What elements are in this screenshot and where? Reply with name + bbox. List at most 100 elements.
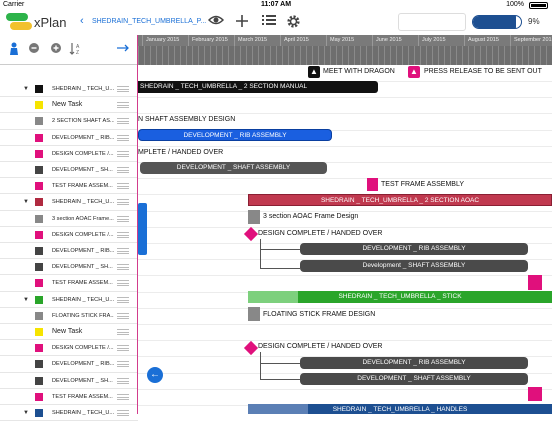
arrow-right-icon[interactable] — [116, 42, 130, 56]
list-item[interactable]: DEVELOPMENT _ RIB... — [0, 243, 138, 260]
drag-handle-icon[interactable] — [117, 150, 129, 157]
plus-icon[interactable] — [233, 14, 251, 30]
list-item[interactable]: TEST FRAME ASSEM... — [0, 389, 138, 405]
drag-handle-icon[interactable] — [117, 280, 129, 287]
grid-line — [138, 145, 552, 147]
list-item[interactable]: ▼ SHEDRAIN _ TECH_U... — [0, 405, 138, 421]
color-swatch — [35, 328, 43, 336]
task-label: SHEDRAIN _ TECH_U... — [52, 199, 114, 206]
gantt-bar-2section-manual[interactable]: SHEDRAIN _ TECH_UMBRELLA _ 2 SECTION MAN… — [138, 81, 378, 93]
rocket-icon: ▲ — [408, 66, 420, 78]
task-shaft-design: N SHAFT ASSEMBLY DESIGN — [138, 116, 236, 123]
task-aoac-design: 3 section AOAC Frame Design — [263, 213, 359, 220]
list-item[interactable]: DESIGN COMPLETE /... — [0, 146, 138, 162]
color-swatch — [35, 117, 43, 126]
milestone-square[interactable] — [367, 178, 378, 191]
milestone-square[interactable] — [528, 275, 542, 290]
resize-handle[interactable] — [138, 203, 147, 255]
milestone-square[interactable] — [528, 387, 542, 401]
task-square[interactable] — [248, 307, 260, 321]
gantt-bar-2section-aoac[interactable]: SHEDRAIN _ TECH_UMBRELLA _ 2 SECTION AOA… — [248, 194, 552, 206]
collapse-icon[interactable]: ▼ — [23, 405, 29, 421]
drag-handle-icon[interactable] — [117, 199, 129, 206]
color-swatch — [35, 360, 43, 369]
color-swatch — [35, 230, 43, 239]
gantt-bar-aoac-rib[interactable]: DEVELOPMENT _ RIB ASSEMBLY — [300, 243, 528, 255]
collapse-icon[interactable]: ▼ — [23, 292, 29, 308]
drag-handle-icon[interactable] — [117, 329, 129, 335]
search-field[interactable] — [398, 13, 466, 31]
progress-percent: 9% — [528, 17, 540, 26]
color-swatch — [35, 198, 43, 207]
drag-handle-icon[interactable] — [117, 296, 129, 303]
drag-handle-icon[interactable] — [117, 215, 129, 222]
task-label: 3 section AOAC Frame... — [52, 215, 114, 222]
list-icon[interactable] — [260, 14, 278, 30]
arrow-left-icon[interactable]: ← — [147, 367, 163, 383]
list-item[interactable]: DEVELOPMENT _ RIB... — [0, 130, 138, 146]
zoom-in-icon[interactable] — [49, 42, 63, 56]
task-label: DEVELOPMENT _ SH... — [52, 264, 113, 271]
drag-handle-icon[interactable] — [117, 248, 129, 254]
milestone-diamond[interactable] — [243, 226, 259, 242]
drag-handle-icon[interactable] — [117, 86, 129, 92]
gantt-bar-handles[interactable]: SHEDRAIN _ TECH_UMBRELLA _ HANDLES — [248, 404, 552, 414]
drag-handle-icon[interactable] — [117, 134, 129, 141]
zoom-out-icon[interactable] — [27, 42, 41, 56]
gantt-bar-shaft-assembly[interactable]: DEVELOPMENT _ SHAFT ASSEMBLY — [140, 162, 327, 174]
list-item[interactable]: ▼ SHEDRAIN _ TECH_U... — [0, 81, 138, 98]
list-item[interactable]: DEVELOPMENT _ SH... — [0, 259, 138, 276]
gear-icon[interactable] — [284, 14, 302, 30]
gantt-bar-aoac-shaft[interactable]: Development _ SHAFT ASSEMBLY — [300, 260, 528, 272]
list-item[interactable]: New Task — [0, 97, 138, 114]
collapse-icon[interactable]: ▼ — [23, 194, 29, 210]
month-label: June 2015 — [372, 35, 418, 46]
drag-handle-icon[interactable] — [117, 345, 129, 352]
drag-handle-icon[interactable] — [117, 102, 129, 109]
drag-handle-icon[interactable] — [117, 410, 129, 416]
color-swatch — [35, 409, 43, 417]
list-item[interactable]: ▼ SHEDRAIN _ TECH_U... — [0, 292, 138, 308]
week-ticks — [138, 46, 552, 65]
list-item[interactable]: FLOATING STICK FRA... — [0, 308, 138, 324]
back-icon[interactable]: ‹ — [80, 15, 84, 27]
month-label: July 2015 — [418, 35, 464, 46]
list-item[interactable]: DESIGN COMPLETE /... — [0, 227, 138, 243]
list-item[interactable]: DESIGN COMPLETE /... — [0, 340, 138, 357]
drag-handle-icon[interactable] — [117, 361, 129, 368]
drag-handle-icon[interactable] — [117, 231, 129, 238]
drag-handle-icon[interactable] — [117, 377, 129, 384]
person-icon[interactable] — [7, 42, 21, 56]
drag-handle-icon[interactable] — [117, 264, 129, 271]
drag-handle-icon[interactable] — [117, 183, 129, 190]
milestone-diamond[interactable] — [243, 340, 259, 356]
month-label: January 2015 — [142, 35, 188, 46]
drag-handle-icon[interactable] — [117, 312, 129, 319]
list-item[interactable]: 3 section AOAC Frame... — [0, 211, 138, 227]
task-square[interactable] — [248, 210, 260, 224]
task-label: SHEDRAIN _ TECH_U... — [52, 410, 114, 416]
list-item[interactable]: New Task — [0, 324, 138, 341]
list-item[interactable]: TEST FRAME ASSEM... — [0, 275, 138, 292]
gantt-bar-stick[interactable]: SHEDRAIN _ TECH_UMBRELLA _ STICK — [248, 291, 552, 303]
drag-handle-icon[interactable] — [117, 393, 129, 400]
gantt-bar-stick-rib[interactable]: DEVELOPMENT _ RIB ASSEMBLY — [300, 357, 528, 369]
eye-icon[interactable] — [207, 14, 225, 30]
sort-icon[interactable]: AZ — [69, 42, 83, 56]
document-title[interactable]: SHEDRAIN_TECH_UMBRELLA_P... — [92, 18, 206, 25]
list-item[interactable]: TEST FRAME ASSEM... — [0, 178, 138, 195]
progress-fill — [473, 16, 517, 28]
drag-handle-icon[interactable] — [117, 118, 129, 125]
collapse-icon[interactable]: ▼ — [23, 81, 29, 97]
list-item[interactable]: 2 SECTION SHAFT AS... — [0, 113, 138, 130]
gantt-bar-stick-shaft[interactable]: DEVELOPMENT _ SHAFT ASSEMBLY — [300, 373, 528, 385]
list-item[interactable]: DEVELOPMENT _ SH... — [0, 373, 138, 389]
grid-line — [138, 210, 552, 212]
list-item[interactable]: DEVELOPMENT _ SH... — [0, 162, 138, 179]
color-swatch — [35, 166, 43, 174]
task-label: DESIGN COMPLETE /... — [52, 345, 114, 352]
list-item[interactable]: DEVELOPMENT _ RIB... — [0, 356, 138, 373]
drag-handle-icon[interactable] — [117, 167, 129, 173]
gantt-bar-rib-assembly[interactable]: DEVELOPMENT _ RIB ASSEMBLY — [138, 129, 332, 141]
list-item[interactable]: ▼ SHEDRAIN _ TECH_U... — [0, 194, 138, 211]
